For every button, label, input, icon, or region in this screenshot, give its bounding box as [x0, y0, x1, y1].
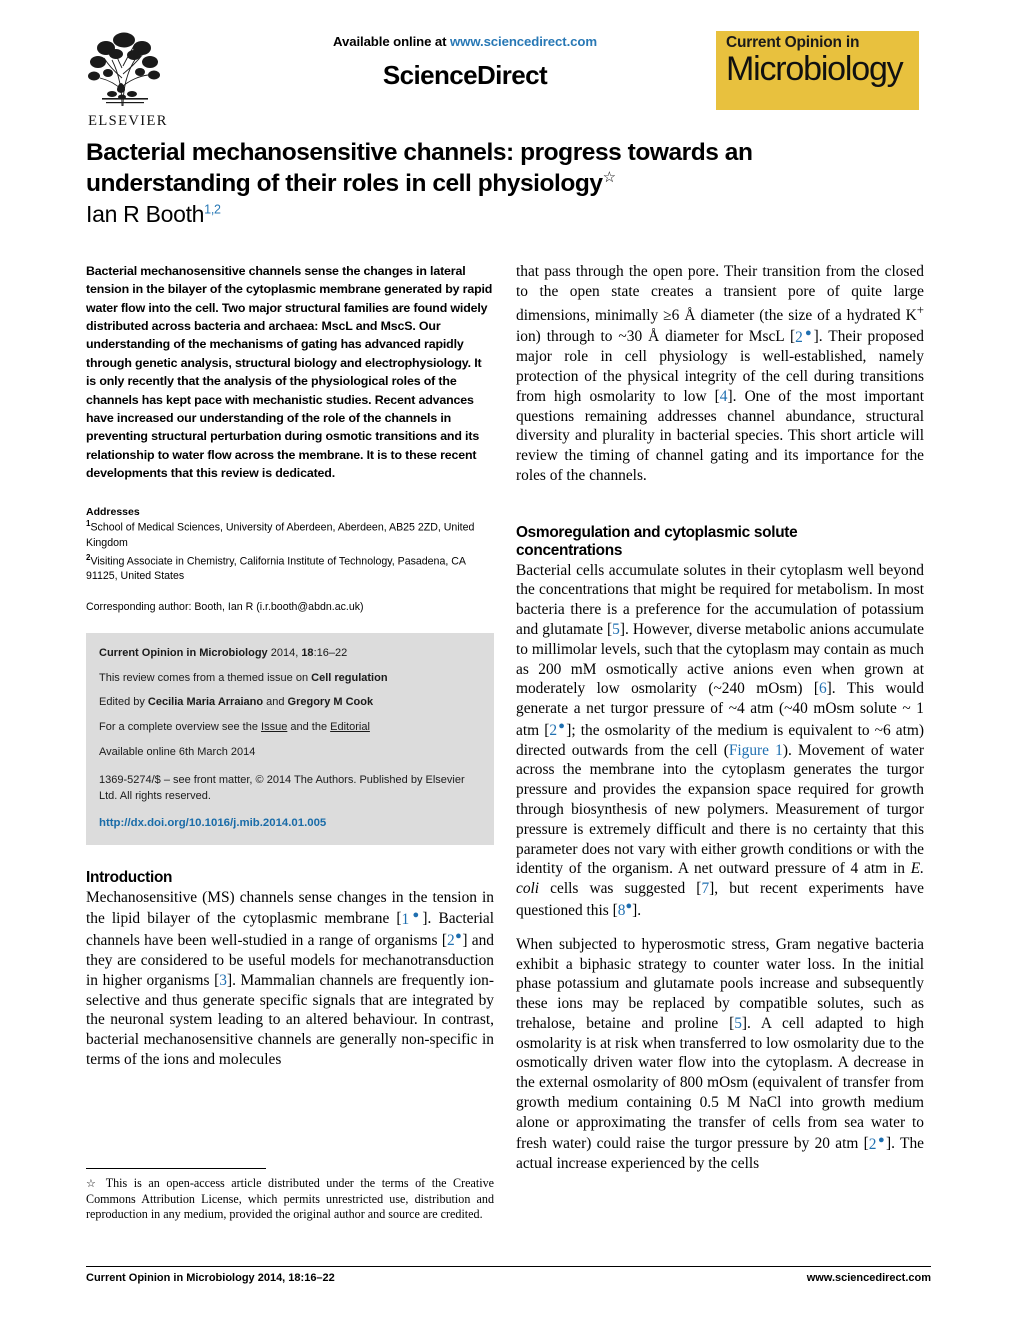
footnote-rule: [86, 1168, 266, 1169]
themed-issue-row: This review comes from a themed issue on…: [99, 671, 481, 687]
article-title-line1: Bacterial mechanosensitive channels: pro…: [86, 139, 753, 166]
osmo-text-f: cells was suggested [: [539, 880, 702, 898]
corresponding-author-prefix: Corresponding author: Booth, Ian R (: [86, 600, 260, 613]
affiliation-2-text: Visiting Associate in Chemistry, Califor…: [86, 555, 466, 583]
editors-row: Edited by Cecilia Maria Arraiano and Gre…: [99, 695, 481, 711]
editor-2: Gregory M Cook: [287, 696, 374, 709]
article-page: ELSEVIER Available online at www.science…: [0, 0, 1020, 1323]
title-block: Bacterial mechanosensitive channels: pro…: [86, 137, 931, 228]
journal-logo: Current Opinion in Microbiology: [716, 31, 919, 110]
article-title: Bacterial mechanosensitive channels: pro…: [86, 137, 931, 199]
sciencedirect-block: Available online at www.sciencedirect.co…: [230, 34, 700, 91]
citation-volume: 18: [301, 647, 314, 660]
molar-unit: M: [727, 1093, 741, 1111]
citation-journal-name: Current Opinion in Microbiology: [99, 647, 268, 660]
introduction-heading: Introduction: [86, 868, 173, 886]
citation-row: Current Opinion in Microbiology 2014, 18…: [99, 646, 481, 662]
footer-rule: [86, 1266, 931, 1267]
sciencedirect-wordmark: ScienceDirect: [382, 60, 548, 90]
affiliation-1-text: School of Medical Sciences, University o…: [86, 521, 475, 550]
title-footnote-marker: ☆: [602, 169, 616, 187]
corresponding-author: Corresponding author: Booth, Ian R (i.r.…: [86, 600, 494, 615]
available-online-row: Available online 6th March 2014: [99, 745, 256, 758]
footer-sciencedirect-url[interactable]: www.sciencedirect.com: [807, 1272, 931, 1284]
osmoregulation-heading-line1: Osmoregulation and cytoplasmic solute: [516, 523, 798, 541]
reference-2-osmo[interactable]: 2●: [549, 719, 567, 739]
journal-logo-microbiology: Microbiology: [726, 49, 904, 88]
section-spacer-right: [516, 500, 924, 524]
overview-prefix: For a complete overview see the: [99, 721, 262, 733]
footnote: ☆ This is an open-access article distrib…: [86, 1176, 494, 1223]
doi-link[interactable]: http://dx.doi.org/10.1016/j.mib.2014.01.…: [99, 815, 481, 831]
reference-2-second-star: ●: [876, 1133, 887, 1146]
right-column: that pass through the open pore. Their t…: [516, 262, 924, 1174]
citation-pages: :16–22: [313, 647, 348, 660]
osmo-text-e: ). Movement of water across the membrane…: [516, 741, 924, 878]
osmoregulation-paragraph-1: Bacterial cells accumulate solutes in th…: [516, 561, 924, 921]
author-name: Ian R Booth: [86, 201, 205, 228]
corresponding-author-suffix: ): [360, 600, 364, 613]
footnote-marker: ☆: [86, 1178, 100, 1190]
left-column: Bacterial mechanosensitive channels sens…: [86, 262, 494, 1070]
themed-issue-topic: Cell regulation: [311, 671, 388, 684]
reference-1[interactable]: 1●: [402, 908, 423, 927]
author-affiliation-marks: 1,2: [204, 202, 221, 217]
reference-2-osmo-number: 2: [549, 721, 558, 739]
potassium-charge-superscript: +: [916, 302, 924, 317]
article-title-line2: understanding of their roles in cell phy…: [86, 170, 603, 198]
addresses-heading: Addresses: [86, 506, 140, 519]
reference-2-osmo-star: ●: [557, 719, 567, 732]
footer-citation: Current Opinion in Microbiology 2014, 18…: [86, 1272, 335, 1284]
reference-2-right-number: 2: [795, 328, 803, 346]
front-matter-row: 1369-5274/$ – see front matter, © 2014 T…: [99, 774, 465, 802]
elsevier-wordmark: ELSEVIER: [88, 113, 168, 129]
corresponding-author-email-link[interactable]: i.r.booth@abdn.ac.uk: [260, 601, 360, 613]
osmo-text-h: ].: [632, 901, 642, 919]
reference-2-number: 2: [446, 932, 455, 950]
affiliation-2: 2Visiting Associate in Chemistry, Califo…: [86, 552, 494, 585]
edited-by-prefix: Edited by: [99, 696, 148, 709]
issue-link[interactable]: Issue: [261, 721, 287, 733]
editorial-link[interactable]: Editorial: [330, 721, 370, 733]
osmoregulation-paragraph-2: When subjected to hyperosmotic stress, G…: [516, 935, 924, 1174]
masthead: ELSEVIER Available online at www.science…: [0, 0, 1020, 132]
footnote-text: This is an open-access article distribut…: [86, 1176, 494, 1222]
page-footer: Current Opinion in Microbiology 2014, 18…: [86, 1272, 931, 1284]
elsevier-logo: ELSEVIER: [82, 28, 174, 130]
reference-2-right[interactable]: 2●: [795, 326, 814, 346]
osmoregulation-heading: Osmoregulation and cytoplasmic solute co…: [516, 524, 924, 560]
reference-8[interactable]: 8●: [618, 900, 632, 919]
reference-3[interactable]: 3: [219, 972, 227, 989]
right-text-b: ion) through to ~30 Å diameter for MscL …: [516, 328, 796, 346]
right-intro-continuation-paragraph: that pass through the open pore. Their t…: [516, 262, 924, 486]
editor-1: Cecilia Maria Arraiano: [147, 696, 264, 709]
author-line: Ian R Booth1,2: [86, 201, 931, 228]
overview-conjunction: and the: [287, 721, 331, 733]
reference-2-right-star: ●: [802, 326, 814, 339]
available-online-prefix: Available online at: [333, 34, 451, 49]
affiliation-1: 1School of Medical Sciences, University …: [86, 518, 494, 551]
elsevier-tree-icon: [82, 28, 168, 112]
figure-1-link[interactable]: Figure 1: [729, 742, 783, 759]
right-text-a: that pass through the open pore. Their t…: [516, 263, 924, 324]
reference-2[interactable]: 2●: [446, 930, 462, 950]
citation-year: 2014,: [267, 647, 302, 660]
reference-5[interactable]: 5: [612, 621, 620, 638]
abstract-text: Bacterial mechanosensitive channels sens…: [86, 264, 493, 480]
sciencedirect-url[interactable]: www.sciencedirect.com: [450, 34, 597, 49]
reference-2-second[interactable]: 2●: [869, 1133, 887, 1152]
osmoregulation-heading-line2: concentrations: [516, 541, 623, 559]
editors-conjunction: and: [263, 696, 288, 709]
reference-6[interactable]: 6: [819, 680, 827, 697]
reference-4[interactable]: 4: [720, 388, 728, 405]
reference-5-second[interactable]: 5: [734, 1015, 742, 1032]
reference-1-star: ●: [409, 908, 423, 921]
available-online-line: Available online at www.sciencedirect.co…: [230, 34, 700, 49]
overview-row: For a complete overview see the Issue an…: [99, 720, 481, 736]
introduction-paragraph: Mechanosensitive (MS) channels sense cha…: [86, 888, 494, 1070]
reference-7[interactable]: 7: [701, 880, 709, 897]
journal-info-box: Current Opinion in Microbiology 2014, 18…: [86, 633, 494, 845]
themed-issue-prefix: This review comes from a themed issue on: [99, 671, 312, 684]
